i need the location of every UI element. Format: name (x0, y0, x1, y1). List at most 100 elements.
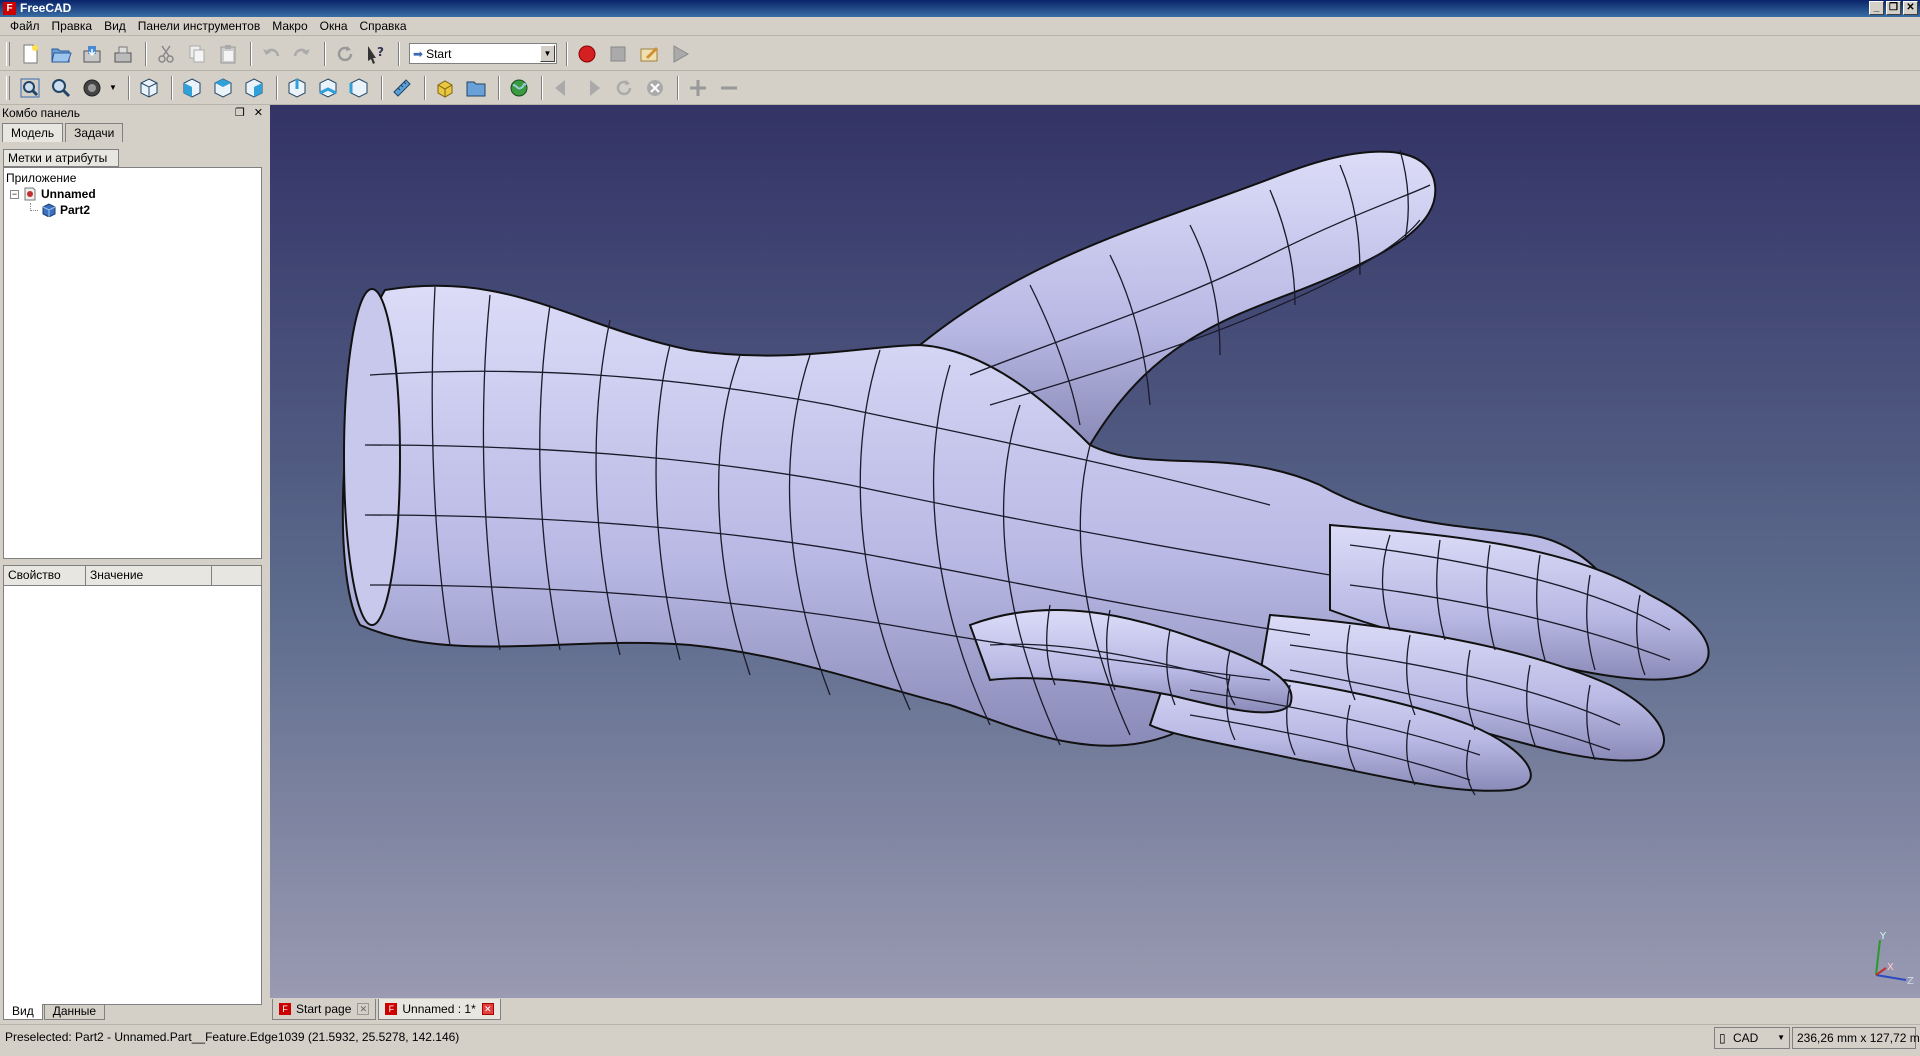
macro-run-button[interactable] (666, 40, 694, 68)
cut-button[interactable] (152, 40, 180, 68)
top-view-button[interactable] (209, 74, 237, 102)
3d-viewport[interactable]: Y Z X (270, 105, 1920, 998)
zoom-in-button[interactable] (684, 74, 712, 102)
zoom-out-icon (720, 86, 737, 89)
workbench-selector[interactable]: ➡ Start ▼ (409, 43, 557, 64)
copy-icon (189, 45, 205, 62)
svg-text:?: ? (377, 45, 384, 59)
property-column-header[interactable]: Свойство (4, 566, 86, 585)
redo-icon (293, 48, 310, 56)
chevron-down-icon[interactable]: ▼ (540, 45, 555, 62)
part-button[interactable] (431, 74, 459, 102)
value-column-header[interactable]: Значение (86, 566, 212, 585)
tab-unnamed[interactable]: F Unnamed : 1* ✕ (378, 999, 501, 1020)
toolbar-separator (676, 75, 679, 100)
hand-model[interactable] (270, 105, 1920, 998)
save-button[interactable] (78, 40, 106, 68)
save-as-button[interactable] (109, 40, 137, 68)
stop-button[interactable] (641, 74, 669, 102)
mouse-icon: ▯ (1719, 1031, 1726, 1045)
minimize-button[interactable]: _ (1869, 1, 1884, 15)
open-file-button[interactable] (47, 40, 75, 68)
group-button[interactable] (462, 74, 490, 102)
right-view-button[interactable] (240, 74, 268, 102)
macro-edit-button[interactable] (635, 40, 663, 68)
tab-tasks[interactable]: Задачи (65, 123, 124, 142)
menu-toolbars[interactable]: Панели инструментов (132, 17, 266, 36)
new-file-button[interactable] (16, 40, 44, 68)
workbench-selected-label: Start (426, 46, 452, 61)
tab-view[interactable]: Вид (3, 1004, 43, 1020)
close-icon[interactable]: ✕ (481, 1003, 494, 1015)
float-icon[interactable]: ❐ (235, 107, 245, 119)
part-icon (437, 79, 453, 98)
menu-edit[interactable]: Правка (46, 17, 99, 36)
chevron-down-icon[interactable]: ▼ (109, 83, 117, 92)
left-view-button[interactable] (345, 74, 373, 102)
freecad-logo-icon: F (3, 2, 16, 15)
toolbar-separator (145, 41, 147, 66)
toolbar-grip[interactable] (6, 75, 10, 100)
toolbar-separator (275, 75, 278, 100)
navigation-style-selector[interactable]: ▯ CAD ▼ (1714, 1027, 1790, 1049)
bottom-view-button[interactable] (314, 74, 342, 102)
model-tree[interactable]: Приложение − Unnamed Part2 (3, 167, 262, 559)
measure-button[interactable] (388, 74, 416, 102)
isometric-view-button[interactable] (135, 74, 163, 102)
redo-button[interactable] (288, 40, 316, 68)
menu-macro[interactable]: Макро (266, 17, 313, 36)
tab-model[interactable]: Модель (2, 123, 64, 142)
property-tabs: Вид Данные (3, 1004, 106, 1020)
back-button[interactable] (548, 74, 576, 102)
tab-data[interactable]: Данные (43, 1004, 106, 1020)
macro-stop-button[interactable] (604, 40, 632, 68)
menu-file[interactable]: Файл (4, 17, 46, 36)
axis-z-label: Z (1907, 976, 1914, 987)
fit-selection-button[interactable] (47, 74, 75, 102)
rear-view-button[interactable] (283, 74, 311, 102)
tree-item-document[interactable]: − Unnamed (10, 186, 96, 202)
labels-header[interactable]: Метки и атрибуты (3, 149, 119, 167)
fit-all-button[interactable] (16, 74, 44, 102)
toolbar-separator (423, 75, 426, 100)
combo-panel-title: Комбо панель (2, 106, 80, 120)
arrow-right-icon: ➡ (413, 46, 424, 61)
collapse-icon[interactable]: − (10, 189, 19, 199)
front-view-icon (183, 77, 201, 98)
web-button[interactable] (505, 74, 533, 102)
restore-button[interactable]: ❐ (1886, 1, 1901, 15)
menu-bar: Файл Правка Вид Панели инструментов Макр… (0, 17, 1920, 36)
zoom-out-button[interactable] (715, 74, 743, 102)
toolbar-grip[interactable] (6, 41, 10, 66)
tree-item-part[interactable]: Part2 (30, 202, 90, 218)
draw-style-button[interactable] (78, 74, 106, 102)
paste-button[interactable] (214, 40, 242, 68)
refresh-page-icon (616, 79, 632, 95)
save-as-icon (114, 46, 132, 62)
document-icon (24, 187, 36, 201)
refresh-page-button[interactable] (610, 74, 638, 102)
macro-record-button[interactable] (573, 40, 601, 68)
forward-button[interactable] (579, 74, 607, 102)
close-icon[interactable]: ✕ (357, 1003, 370, 1015)
menu-help[interactable]: Справка (354, 17, 413, 36)
menu-windows[interactable]: Окна (314, 17, 354, 36)
new-file-icon (23, 44, 38, 63)
menu-view[interactable]: Вид (98, 17, 132, 36)
rear-view-icon (288, 77, 306, 98)
tab-start-page[interactable]: F Start page ✕ (272, 999, 377, 1020)
chevron-down-icon: ▼ (1777, 1033, 1785, 1042)
toolbar-separator (497, 75, 500, 100)
whats-this-button[interactable]: ? (362, 40, 390, 68)
combo-panel-header: Комбо панель ❐ ✕ (0, 105, 267, 122)
axis-y-label: Y (1879, 931, 1887, 942)
close-icon[interactable]: ✕ (254, 107, 263, 119)
front-view-button[interactable] (178, 74, 206, 102)
isometric-view-icon (140, 77, 158, 98)
status-message: Preselected: Part2 - Unnamed.Part__Featu… (5, 1030, 460, 1044)
copy-button[interactable] (183, 40, 211, 68)
refresh-button[interactable] (331, 40, 359, 68)
undo-button[interactable] (257, 40, 285, 68)
close-button[interactable]: ✕ (1903, 1, 1918, 15)
group-icon (466, 81, 486, 96)
